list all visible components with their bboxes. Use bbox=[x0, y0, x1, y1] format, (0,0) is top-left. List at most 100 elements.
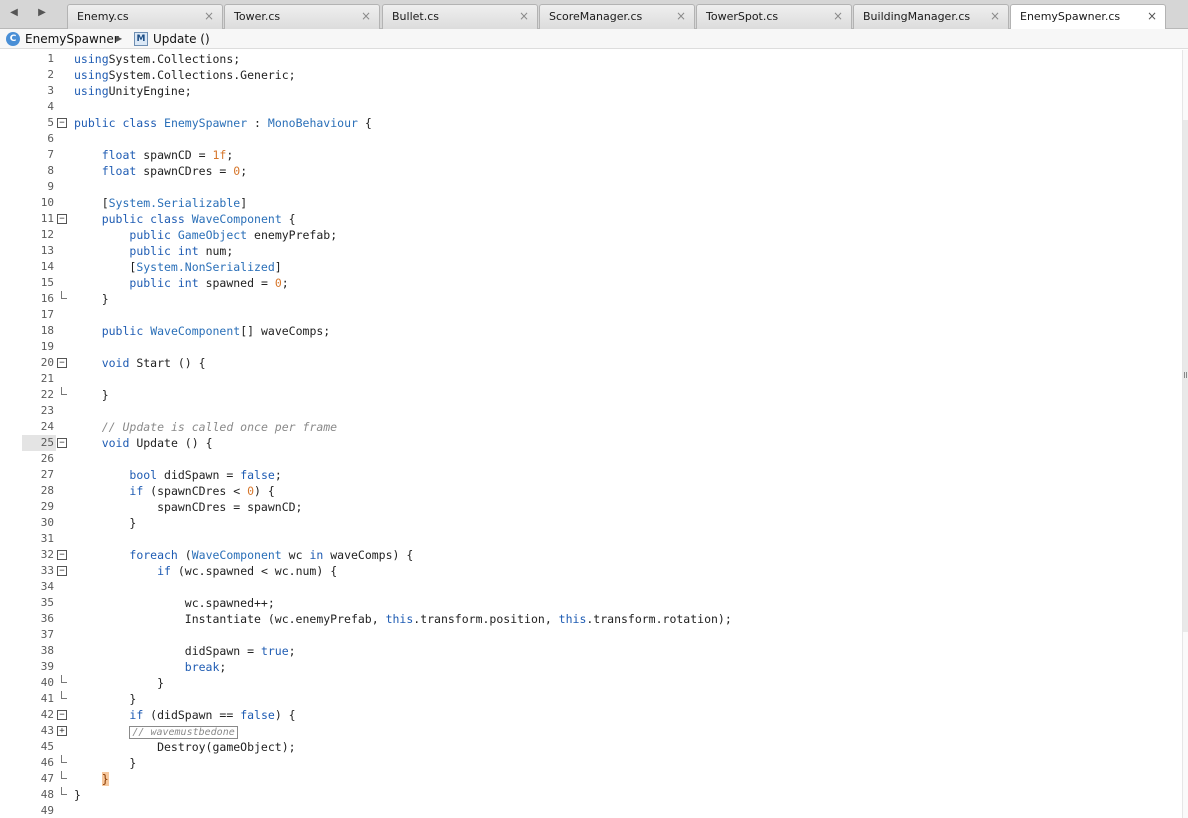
line-number-cell: 11 bbox=[22, 211, 56, 227]
code-token: public bbox=[129, 228, 171, 242]
fold-collapse-icon[interactable]: − bbox=[57, 438, 67, 448]
code-line[interactable]: 42− if (didSpawn == false) { bbox=[0, 707, 1182, 723]
code-line[interactable]: 8 float spawnCDres = 0; bbox=[0, 163, 1182, 179]
code-line[interactable]: 45 Destroy(gameObject); bbox=[0, 739, 1182, 755]
back-arrow-icon[interactable]: ◀ bbox=[4, 5, 24, 21]
line-number-cell: 8 bbox=[22, 163, 56, 179]
code-token: using bbox=[74, 84, 109, 98]
code-token: Destroy(gameObject); bbox=[74, 740, 296, 754]
code-line[interactable]: 12 public GameObject enemyPrefab; bbox=[0, 227, 1182, 243]
code-line[interactable]: 46 } bbox=[0, 755, 1182, 771]
code-line[interactable]: 22 } bbox=[0, 387, 1182, 403]
code-line[interactable]: 36 Instantiate (wc.enemyPrefab, this.tra… bbox=[0, 611, 1182, 627]
line-number: 42 bbox=[40, 708, 54, 721]
code-line[interactable]: 23 bbox=[0, 403, 1182, 419]
tab-enemy[interactable]: Enemy.cs × bbox=[67, 4, 223, 29]
vertical-scrollbar[interactable] bbox=[1182, 50, 1188, 818]
forward-arrow-icon[interactable]: ▶ bbox=[32, 5, 52, 21]
fold-collapse-icon[interactable]: − bbox=[57, 566, 67, 576]
code-line[interactable]: 32− foreach (WaveComponent wc in waveCom… bbox=[0, 547, 1182, 563]
code-line[interactable]: 41 } bbox=[0, 691, 1182, 707]
code-line[interactable]: 18 public WaveComponent[] waveComps; bbox=[0, 323, 1182, 339]
collapsed-region[interactable]: // wavemustbedone bbox=[129, 726, 238, 739]
code-line[interactable]: 5− public class EnemySpawner : MonoBehavi… bbox=[0, 115, 1182, 131]
tab-buildingmanager[interactable]: BuildingManager.cs × bbox=[853, 4, 1009, 29]
code-line[interactable]: 21 bbox=[0, 371, 1182, 387]
code-line[interactable]: 26 bbox=[0, 451, 1182, 467]
close-icon[interactable]: × bbox=[676, 9, 686, 23]
code-text: } bbox=[74, 291, 109, 307]
code-line[interactable]: 39 break; bbox=[0, 659, 1182, 675]
fold-expand-icon[interactable]: + bbox=[57, 726, 67, 736]
tab-bullet[interactable]: Bullet.cs × bbox=[382, 4, 538, 29]
code-line[interactable]: 14 [System.NonSerialized] bbox=[0, 259, 1182, 275]
fold-collapse-icon[interactable]: − bbox=[57, 118, 67, 128]
code-line[interactable]: 49 bbox=[0, 803, 1182, 818]
code-line[interactable]: 17 bbox=[0, 307, 1182, 323]
line-number-cell: 35 bbox=[22, 595, 56, 611]
close-icon[interactable]: × bbox=[1147, 9, 1157, 23]
code-text: if (didSpawn == false) { bbox=[74, 707, 295, 723]
tab-enemyspawner[interactable]: EnemySpawner.cs × bbox=[1010, 4, 1166, 30]
tab-tower[interactable]: Tower.cs × bbox=[224, 4, 380, 29]
tab-label: BuildingManager.cs bbox=[863, 10, 971, 23]
code-token: if bbox=[157, 564, 171, 578]
close-icon[interactable]: × bbox=[990, 9, 1000, 23]
code-line[interactable]: 43 + // wavemustbedone bbox=[0, 723, 1182, 739]
code-line[interactable]: 16 } bbox=[0, 291, 1182, 307]
code-line[interactable]: 30 } bbox=[0, 515, 1182, 531]
code-token: 0 bbox=[247, 484, 255, 498]
code-line[interactable]: 7 float spawnCD = 1f; bbox=[0, 147, 1182, 163]
code-line[interactable]: 3 usingUnityEngine; bbox=[0, 83, 1182, 99]
code-token: float bbox=[101, 148, 137, 162]
code-line[interactable]: 4 bbox=[0, 99, 1182, 115]
close-icon[interactable]: × bbox=[361, 9, 371, 23]
code-line[interactable]: 9 bbox=[0, 179, 1182, 195]
code-line[interactable]: 11− public class WaveComponent { bbox=[0, 211, 1182, 227]
fold-collapse-icon[interactable]: − bbox=[57, 214, 67, 224]
code-line[interactable]: 25− void Update () { bbox=[0, 435, 1182, 451]
code-line[interactable]: 13 public int num; bbox=[0, 243, 1182, 259]
fold-collapse-icon[interactable]: − bbox=[57, 358, 67, 368]
tab-towerspot[interactable]: TowerSpot.cs × bbox=[696, 4, 852, 29]
line-number: 38 bbox=[40, 644, 54, 657]
code-line[interactable]: 10 [System.Serializable] bbox=[0, 195, 1182, 211]
line-number-cell: 1 bbox=[22, 51, 56, 67]
breadcrumb-class[interactable]: EnemySpawner bbox=[25, 32, 119, 46]
code-editor[interactable]: 1 usingSystem.Collections; 2 usingSystem.Co… bbox=[0, 50, 1182, 818]
close-icon[interactable]: × bbox=[833, 9, 843, 23]
code-line[interactable]: 40 } bbox=[0, 675, 1182, 691]
code-line[interactable]: 15 public int spawned = 0; bbox=[0, 275, 1182, 291]
code-line[interactable]: 33− if (wc.spawned < wc.num) { bbox=[0, 563, 1182, 579]
tab-scoremanager[interactable]: ScoreManager.cs × bbox=[539, 4, 695, 29]
line-number-cell: 32 bbox=[22, 547, 56, 563]
code-line[interactable]: 35 wc.spawned++; bbox=[0, 595, 1182, 611]
code-line[interactable]: 28 if (spawnCDres < 0) { bbox=[0, 483, 1182, 499]
line-number: 30 bbox=[40, 516, 54, 529]
close-icon[interactable]: × bbox=[204, 9, 214, 23]
code-line[interactable]: 1 usingSystem.Collections; bbox=[0, 51, 1182, 67]
code-line[interactable]: 24 // Update is called once per frame bbox=[0, 419, 1182, 435]
code-line[interactable]: 47 } bbox=[0, 771, 1182, 787]
code-line[interactable]: 38 didSpawn = true; bbox=[0, 643, 1182, 659]
code-line[interactable]: 6 bbox=[0, 131, 1182, 147]
breadcrumb-method[interactable]: Update () bbox=[153, 32, 210, 46]
code-line[interactable]: 37 bbox=[0, 627, 1182, 643]
code-line[interactable]: 27 bool didSpawn = false; bbox=[0, 467, 1182, 483]
line-number-cell: 10 bbox=[22, 195, 56, 211]
line-number: 14 bbox=[40, 260, 54, 273]
line-number-cell: 19 bbox=[22, 339, 56, 355]
fold-collapse-icon[interactable]: − bbox=[57, 710, 67, 720]
code-text: wc.spawned++; bbox=[74, 595, 275, 611]
code-line[interactable]: 20− void Start () { bbox=[0, 355, 1182, 371]
close-icon[interactable]: × bbox=[519, 9, 529, 23]
fold-collapse-icon[interactable]: − bbox=[57, 550, 67, 560]
code-line[interactable]: 34 bbox=[0, 579, 1182, 595]
code-line[interactable]: 2 usingSystem.Collections.Generic; bbox=[0, 67, 1182, 83]
code-line[interactable]: 29 spawnCDres = spawnCD; bbox=[0, 499, 1182, 515]
code-line[interactable]: 48} bbox=[0, 787, 1182, 803]
code-line[interactable]: 19 bbox=[0, 339, 1182, 355]
code-line[interactable]: 31 bbox=[0, 531, 1182, 547]
